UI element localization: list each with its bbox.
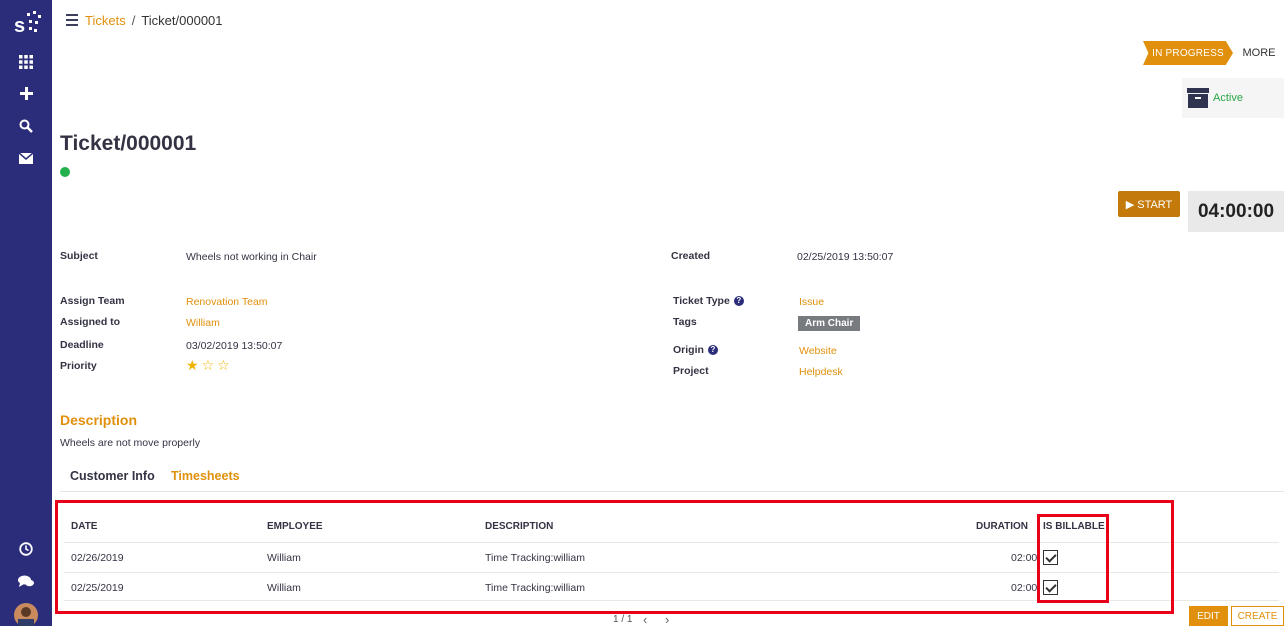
origin-label-text: Origin bbox=[673, 344, 704, 356]
priority-stars[interactable]: ★ ☆ ☆ bbox=[186, 358, 230, 372]
created-value: 02/25/2019 13:50:07 bbox=[797, 251, 894, 263]
priority-star-icon[interactable]: ☆ bbox=[202, 358, 215, 372]
description-text[interactable]: Wheels are not move properly bbox=[60, 437, 200, 449]
tab-timesheets[interactable]: Timesheets bbox=[171, 469, 240, 483]
breadcrumb: Tickets / Ticket/000001 bbox=[85, 13, 223, 28]
clock-icon[interactable] bbox=[0, 538, 52, 560]
assigned-to-link[interactable]: William bbox=[186, 317, 220, 329]
timesheet-highlight-box bbox=[55, 500, 1174, 614]
plus-icon[interactable] bbox=[0, 82, 52, 104]
origin-label: Origin? bbox=[673, 344, 718, 356]
status-in-progress-button[interactable]: IN PROGRESS bbox=[1143, 41, 1233, 65]
pager-previous-icon[interactable]: ‹ bbox=[643, 612, 647, 626]
assign-team-link[interactable]: Renovation Team bbox=[186, 296, 268, 308]
active-label: Active bbox=[1213, 92, 1243, 104]
created-label: Created bbox=[671, 250, 711, 262]
active-toggle-button[interactable]: Active bbox=[1182, 78, 1284, 118]
timer-display: 04:00:00 bbox=[1188, 191, 1284, 232]
svg-text:s: s bbox=[14, 15, 25, 37]
priority-label: Priority bbox=[60, 360, 97, 372]
ticket-type-link[interactable]: Issue bbox=[799, 296, 824, 308]
user-avatar[interactable] bbox=[0, 602, 52, 626]
breadcrumb-tickets-link[interactable]: Tickets bbox=[85, 13, 126, 28]
help-icon[interactable]: ? bbox=[707, 345, 718, 355]
edit-button[interactable]: EDIT bbox=[1189, 606, 1228, 626]
archive-icon bbox=[1187, 88, 1209, 108]
search-icon[interactable] bbox=[0, 115, 52, 137]
subject-label: Subject bbox=[60, 250, 98, 262]
project-link[interactable]: Helpdesk bbox=[799, 366, 843, 378]
ticket-type-label-text: Ticket Type bbox=[673, 295, 730, 307]
start-timer-button[interactable]: ▶ START bbox=[1118, 191, 1180, 217]
tag-badge[interactable]: Arm Chair bbox=[798, 316, 861, 331]
page-title: Ticket/000001 bbox=[60, 132, 197, 155]
app-logo-icon[interactable]: s bbox=[0, 9, 52, 39]
description-heading: Description bbox=[60, 412, 138, 428]
chat-icon[interactable] bbox=[0, 570, 52, 592]
breadcrumb-current: Ticket/000001 bbox=[141, 13, 223, 28]
project-label: Project bbox=[673, 365, 709, 377]
mail-icon[interactable] bbox=[0, 147, 52, 169]
create-button[interactable]: CREATE bbox=[1231, 606, 1284, 626]
tab-customer-info[interactable]: Customer Info bbox=[70, 469, 155, 483]
kanban-state-indicator[interactable] bbox=[60, 167, 70, 177]
apps-grid-icon[interactable] bbox=[0, 51, 52, 73]
breadcrumb-separator: / bbox=[131, 13, 136, 28]
status-more-button[interactable]: MORE bbox=[1234, 41, 1284, 65]
priority-star-icon[interactable]: ☆ bbox=[217, 358, 230, 372]
pager-next-icon[interactable]: › bbox=[665, 612, 669, 626]
sidebar: s bbox=[0, 0, 52, 626]
billable-highlight-box bbox=[1037, 514, 1109, 603]
deadline-label: Deadline bbox=[60, 339, 104, 351]
help-icon[interactable]: ? bbox=[733, 296, 744, 306]
priority-star-icon[interactable]: ★ bbox=[186, 358, 199, 372]
assign-team-label: Assign Team bbox=[60, 295, 125, 307]
tags-label: Tags bbox=[673, 316, 697, 328]
subject-value: Wheels not working in Chair bbox=[186, 251, 317, 263]
deadline-value: 03/02/2019 13:50:07 bbox=[186, 340, 283, 352]
pager-value[interactable]: 1 / 1 bbox=[613, 614, 632, 625]
ticket-type-label: Ticket Type? bbox=[673, 295, 744, 307]
assigned-to-label: Assigned to bbox=[60, 316, 121, 328]
menu-toggle-icon[interactable] bbox=[66, 14, 78, 26]
tabs-divider bbox=[60, 491, 1284, 492]
origin-link[interactable]: Website bbox=[799, 345, 837, 357]
